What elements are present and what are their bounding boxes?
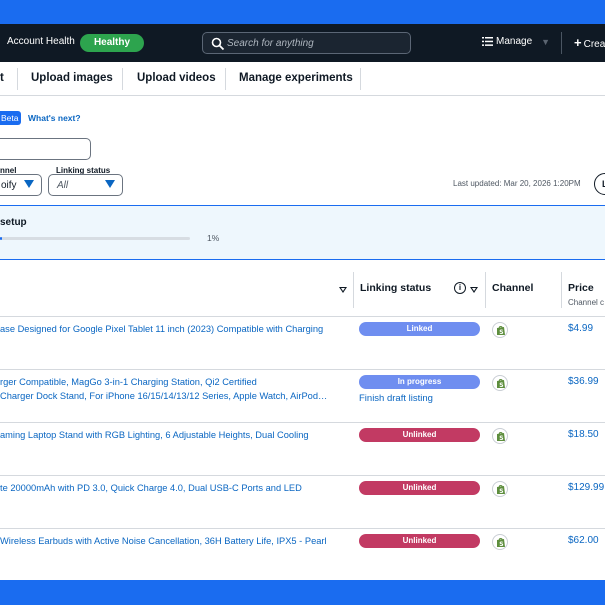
price-link[interactable]: $36.99 <box>568 376 599 387</box>
chevron-down-icon <box>105 180 115 188</box>
chevron-down-icon: ▼ <box>541 36 551 47</box>
price-link[interactable]: $62.00 <box>568 535 599 546</box>
tab-upload-videos[interactable]: Upload videos <box>137 62 216 96</box>
setup-title: setup <box>0 217 27 228</box>
status-badge: Unlinked <box>359 534 480 548</box>
linking-status-filter-select[interactable]: All <box>48 174 123 196</box>
product-title-link[interactable]: te 20000mAh with PD 3.0, Quick Charge 4.… <box>0 483 302 493</box>
last-updated-text: Last updated: Mar 20, 2026 1:20PM <box>453 179 581 188</box>
svg-text:S: S <box>499 541 503 548</box>
tab-manage-experiments[interactable]: Manage experiments <box>239 62 353 96</box>
price-link[interactable]: $4.99 <box>568 323 593 334</box>
setup-progress-percent: 1% <box>207 233 220 243</box>
refresh-button[interactable]: L <box>594 173 605 195</box>
search-icon <box>211 37 225 51</box>
whats-next-link[interactable]: What's next? <box>28 113 81 123</box>
channel-filter-select[interactable]: oify <box>0 174 42 196</box>
tab-divider <box>360 68 361 90</box>
status-badge: Unlinked <box>359 481 480 495</box>
info-icon[interactable]: i <box>454 282 466 294</box>
plus-icon: + <box>574 35 582 50</box>
setup-progress-panel: setup 1% <box>0 205 605 260</box>
column-header-channel[interactable]: Channel <box>492 282 533 294</box>
product-title-link[interactable]: rger Compatible, MagGo 3-in-1 Charging S… <box>0 377 257 387</box>
health-status-badge[interactable]: Healthy <box>80 34 144 52</box>
column-divider <box>353 272 354 308</box>
list-menu-icon <box>482 37 493 46</box>
global-search[interactable] <box>202 32 411 54</box>
svg-text:S: S <box>499 329 503 336</box>
manage-menu[interactable]: Manage ▼ <box>482 36 550 47</box>
table-row: Wireless Earbuds with Active Noise Cance… <box>0 529 605 580</box>
column-divider <box>485 272 486 308</box>
column-subheader-price: Channel c <box>568 298 605 307</box>
tab-divider <box>225 68 226 90</box>
product-title-link[interactable]: aming Laptop Stand with RGB Lighting, 6 … <box>0 430 309 440</box>
status-badge: Linked <box>359 322 480 336</box>
shopify-icon: S <box>492 428 508 444</box>
price-link[interactable]: $18.50 <box>568 429 599 440</box>
beta-badge: Beta <box>0 111 21 125</box>
product-title-link[interactable]: ase Designed for Google Pixel Tablet 11 … <box>0 324 323 334</box>
linking-status-filter-value: All <box>57 180 69 191</box>
status-badge: Unlinked <box>359 428 480 442</box>
table-header: Linking status i Channel Price Channel c <box>0 260 605 317</box>
nav-divider <box>561 32 562 54</box>
setup-progress-fill <box>0 237 2 240</box>
svg-text:S: S <box>499 435 503 442</box>
table-row: rger Compatible, MagGo 3-in-1 Charging S… <box>0 370 605 423</box>
price-link[interactable]: $129.99 <box>568 482 604 493</box>
listings-page: Account Health Healthy Manage ▼ +Crea t … <box>0 24 605 580</box>
account-health-link[interactable]: Account Health <box>7 36 75 47</box>
create-button[interactable]: + Crea <box>574 35 605 50</box>
create-label: Crea <box>583 39 605 50</box>
finish-draft-listing-link[interactable]: Finish draft listing <box>359 393 433 404</box>
listing-search-input[interactable] <box>0 138 91 160</box>
table-row: te 20000mAh with PD 3.0, Quick Charge 4.… <box>0 476 605 529</box>
sort-icon[interactable] <box>470 287 478 293</box>
table-row: aming Laptop Stand with RGB Lighting, 6 … <box>0 423 605 476</box>
tab-bar: t Upload images Upload videos Manage exp… <box>0 62 605 96</box>
table-row: ase Designed for Google Pixel Tablet 11 … <box>0 317 605 370</box>
tab-divider <box>17 68 18 90</box>
setup-progress-bar <box>0 237 190 240</box>
manage-label: Manage <box>496 36 533 47</box>
product-title-link[interactable]: Wireless Earbuds with Active Noise Cance… <box>0 536 327 546</box>
svg-text:S: S <box>499 488 503 495</box>
shopify-icon: S <box>492 534 508 550</box>
tab-divider <box>122 68 123 90</box>
product-title-link-line2[interactable]: Charger Dock Stand, For iPhone 16/15/14/… <box>0 391 327 401</box>
shopify-icon: S <box>492 375 508 391</box>
tab-upload-images[interactable]: Upload images <box>31 62 113 96</box>
bottom-frame-bar <box>0 580 605 605</box>
chevron-down-icon <box>24 180 34 188</box>
top-navigation-bar: Account Health Healthy Manage ▼ +Crea <box>0 24 605 62</box>
shopify-icon: S <box>492 481 508 497</box>
column-divider <box>561 272 562 308</box>
sort-icon[interactable] <box>339 287 347 293</box>
search-input[interactable] <box>227 35 407 51</box>
channel-filter-value: oify <box>1 180 17 191</box>
column-header-linking-status[interactable]: Linking status <box>360 282 431 294</box>
status-badge: In progress <box>359 375 480 389</box>
shopify-icon: S <box>492 322 508 338</box>
tab-add-product[interactable]: t <box>0 62 4 96</box>
column-header-price[interactable]: Price <box>568 282 594 294</box>
svg-text:S: S <box>499 382 503 389</box>
